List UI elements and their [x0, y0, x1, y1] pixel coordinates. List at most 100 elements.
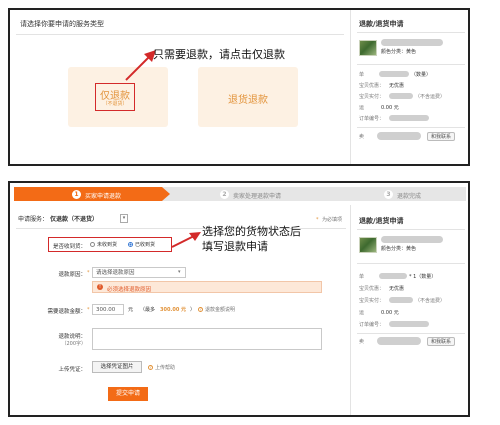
reason-label: 退款原因： — [58, 272, 86, 278]
service-type-panel: 请选择你要申请的服务类型 仅退款 （不退货） 退货退款 只需要退款，请点击仅退款… — [8, 8, 470, 166]
amount-max-value: 300.00 元 — [160, 307, 187, 313]
shipping-value: 0.00 元 — [381, 105, 399, 111]
order-no-redacted — [389, 321, 429, 327]
unit-price-redacted — [379, 71, 409, 77]
warning-icon: ! — [97, 284, 103, 290]
reason-select[interactable]: 请选择退款原因 — [92, 267, 186, 278]
divider — [357, 229, 465, 230]
step-3-number: 3 — [384, 189, 393, 199]
refund-only-sublabel: （不退货） — [102, 101, 128, 107]
order-summary-panel: 退款/退货申请 颜色分类：黄色 单 * 1（数量） 宝贝优惠： 无优惠 宝贝实付… — [350, 205, 470, 415]
received-label: 是否收到货： — [52, 244, 86, 250]
divider — [357, 127, 465, 128]
upload-label: 上传凭证： — [58, 367, 86, 373]
order-no-redacted — [389, 115, 429, 121]
upload-help-link[interactable]: 上传帮助 — [155, 365, 175, 371]
service-type-title: 请选择你要申请的服务类型 — [20, 20, 104, 28]
contact-seller-button[interactable]: 和我联系 — [427, 132, 455, 141]
discount-label: 宝贝优惠： — [359, 83, 385, 89]
help-icon[interactable]: ? — [198, 307, 203, 312]
seller-redacted — [377, 132, 421, 140]
step-1-label: 买家申请退款 — [85, 192, 122, 200]
product-color: 颜色分类：黄色 — [381, 49, 417, 55]
divider — [357, 32, 465, 33]
desc-textarea[interactable] — [92, 328, 322, 350]
service-dropdown-icon[interactable]: ▾ — [120, 214, 128, 223]
required-note: 为必填项 — [322, 217, 343, 223]
refund-only-label: 仅退款 — [100, 91, 130, 102]
step-chevron-icon — [162, 187, 170, 201]
step-3-label: 退款完成 — [397, 192, 422, 200]
desc-label: 退款说明： — [58, 334, 86, 340]
service-value: 仅退款（不退货） — [50, 216, 99, 223]
upload-button[interactable]: 选择凭证图片 — [92, 361, 142, 373]
divider — [16, 34, 344, 35]
annotation-text: 只需要退款，请点击仅退款 — [153, 48, 285, 61]
divider — [357, 333, 465, 334]
shipping-label: 运 — [359, 310, 365, 316]
product-color: 颜色分类：黄色 — [381, 246, 417, 252]
paid-note: （不含运费） — [415, 94, 446, 100]
shipping-value: 0.00 元 — [381, 310, 399, 316]
product-name-redacted — [381, 39, 443, 46]
seller-redacted — [377, 337, 421, 345]
seller-label: 卖 — [359, 339, 365, 345]
required-star-icon: * — [316, 217, 319, 223]
order-no-label: 订单编号： — [359, 116, 385, 122]
product-name-redacted — [381, 236, 443, 243]
order-no-label: 订单编号： — [359, 322, 385, 328]
contact-seller-button[interactable]: 和我联系 — [427, 337, 455, 346]
help-icon[interactable]: ? — [148, 365, 153, 370]
annotation-arrow-icon — [171, 232, 201, 248]
amount-max-suffix: ） — [190, 307, 196, 313]
reason-dropdown-icon: ▾ — [178, 269, 181, 275]
paid-note: （不含运费） — [415, 298, 446, 304]
paid-label: 宝贝实付： — [359, 298, 385, 304]
desc-hint: （200字） — [61, 341, 86, 347]
unit-price-redacted — [379, 273, 407, 279]
service-label: 申请服务： — [18, 216, 49, 223]
reason-warning-text: 必须选择退款原因 — [107, 286, 152, 293]
reason-warning: ! 必须选择退款原因 — [92, 281, 322, 293]
divider — [357, 263, 465, 264]
amount-max-prefix: （最多 — [140, 307, 156, 313]
step-2-label: 卖家处理退款申请 — [233, 192, 282, 200]
paid-label: 宝贝实付： — [359, 94, 385, 100]
unit-price-label: 单 — [359, 72, 365, 78]
return-refund-label: 退货退款 — [228, 95, 268, 106]
discount-value: 无优惠 — [389, 286, 405, 292]
product-thumbnail[interactable] — [359, 237, 377, 253]
quantity-value: （数量） — [411, 72, 432, 78]
annotation-text-line2: 填写退款申请 — [202, 240, 268, 253]
summary-title: 退款/退货申请 — [359, 20, 404, 28]
amount-help-link[interactable]: 退款金额说明 — [205, 307, 235, 313]
discount-value: 无优惠 — [389, 83, 405, 89]
amount-input[interactable]: 300.00 — [92, 304, 124, 315]
amount-label: 需要退款金额： — [47, 309, 86, 315]
required-star-icon: * — [87, 270, 90, 276]
radio-received-label: 已收到货 — [135, 242, 156, 248]
radio-not-received-label: 未收到货 — [97, 242, 118, 248]
paid-redacted — [389, 93, 413, 99]
discount-label: 宝贝优惠： — [359, 286, 385, 292]
shipping-label: 运 — [359, 105, 365, 111]
return-refund-option[interactable]: 退货退款 — [198, 67, 298, 127]
refund-application-panel: 1 买家申请退款 2 卖家处理退款申请 3 退款完成 申请服务： 仅退款（不退货… — [8, 181, 470, 417]
quantity-value: * 1（数量） — [409, 274, 437, 280]
unit-price-label: 单 — [359, 274, 365, 280]
seller-label: 卖 — [359, 134, 365, 140]
required-star-icon: * — [87, 307, 90, 313]
step-2-number: 2 — [220, 189, 229, 199]
summary-title: 退款/退货申请 — [359, 217, 404, 225]
product-thumbnail[interactable] — [359, 40, 377, 56]
progress-steps: 1 买家申请退款 2 卖家处理退款申请 3 退款完成 — [14, 187, 466, 201]
order-summary-panel: 退款/退货申请 颜色分类：黄色 单 （数量） 宝贝优惠： 无优惠 宝贝实付： （… — [350, 10, 470, 164]
radio-not-received[interactable] — [90, 242, 95, 247]
paid-redacted — [389, 297, 413, 303]
annotation-text-line1: 选择您的货物状态后 — [202, 225, 301, 238]
divider — [357, 64, 465, 65]
submit-button[interactable]: 提交申请 — [108, 387, 148, 401]
step-1-number: 1 — [72, 189, 81, 199]
radio-received[interactable] — [128, 242, 133, 247]
amount-unit: 元 — [128, 307, 134, 313]
